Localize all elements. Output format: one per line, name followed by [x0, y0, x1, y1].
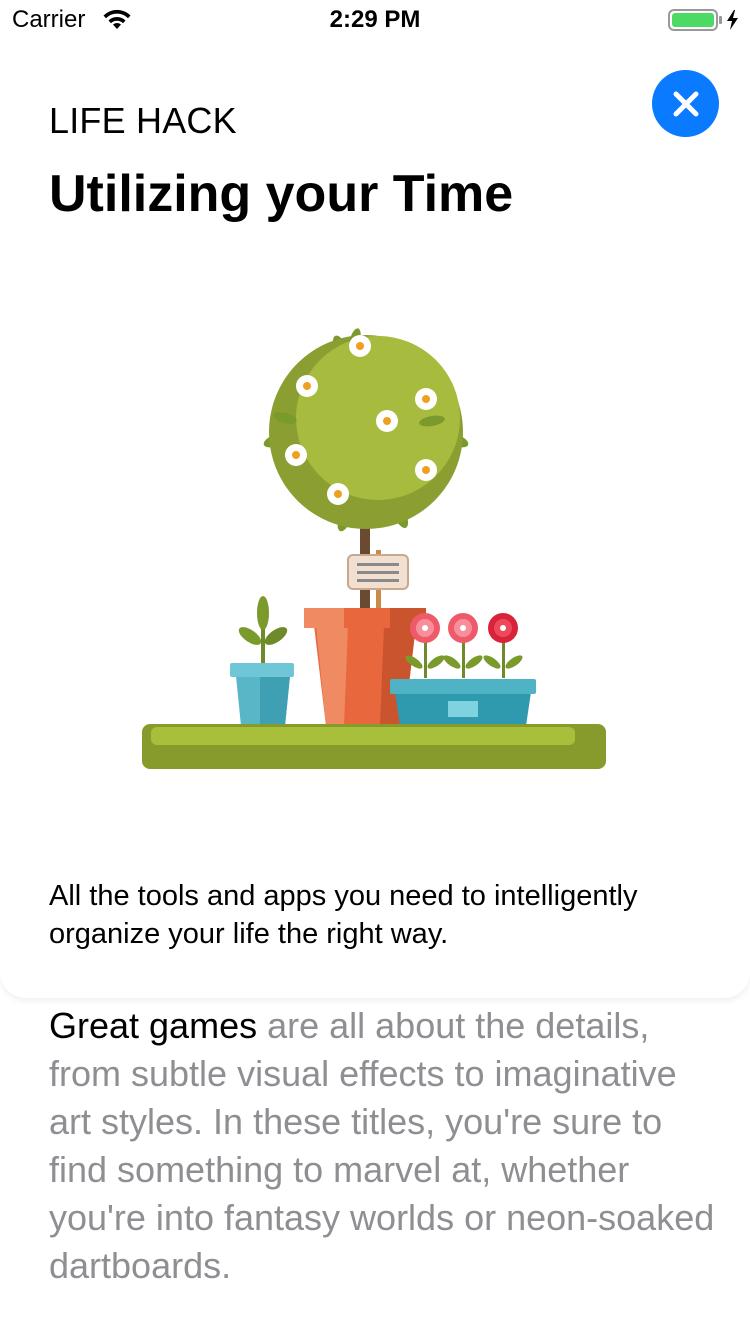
plant-illustration	[142, 328, 606, 769]
shelf	[142, 724, 606, 769]
card-subtitle: All the tools and apps you need to intel…	[49, 880, 638, 950]
battery-icon	[668, 8, 742, 37]
tree-canopy	[263, 328, 469, 532]
flower-planter	[390, 613, 536, 726]
article-body-text: are all about the details, from subtle v…	[49, 1005, 715, 1286]
plant-sign	[347, 554, 409, 590]
article-lead: Great games	[49, 1005, 258, 1046]
status-time: 2:29 PM	[329, 6, 421, 33]
article-card: LIFE HACK Utilizing your Time All the to…	[0, 0, 750, 998]
charging-bolt-icon	[727, 10, 738, 30]
article-body: Great games are all about the details, f…	[49, 1002, 719, 1290]
seedling-pot	[230, 596, 294, 726]
status-bar: Carrier 2:29 PM	[0, 0, 750, 40]
